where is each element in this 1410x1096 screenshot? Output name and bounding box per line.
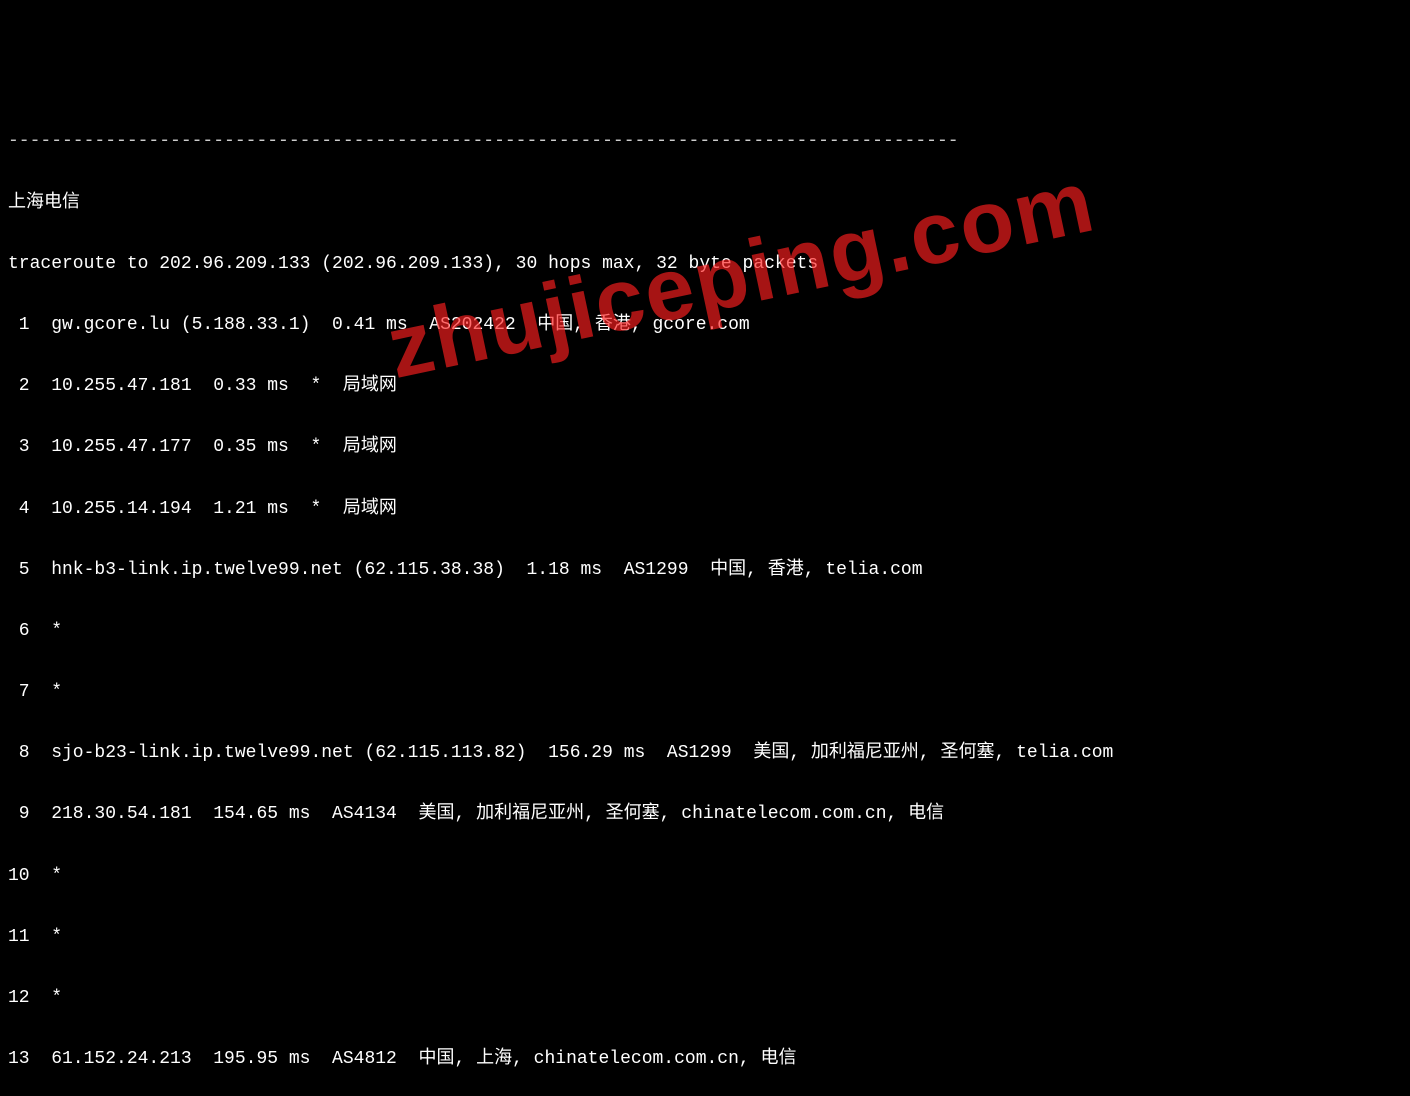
traceroute-hop: 4 10.255.14.194 1.21 ms * 局域网 xyxy=(8,494,1402,525)
traceroute-header: traceroute to 202.96.209.133 (202.96.209… xyxy=(8,249,1402,280)
traceroute-hop: 10 * xyxy=(8,861,1402,892)
traceroute-hop: 8 sjo-b23-link.ip.twelve99.net (62.115.1… xyxy=(8,738,1402,769)
traceroute-hop: 2 10.255.47.181 0.33 ms * 局域网 xyxy=(8,371,1402,402)
traceroute-hop: 3 10.255.47.177 0.35 ms * 局域网 xyxy=(8,432,1402,463)
traceroute-hop: 6 * xyxy=(8,616,1402,647)
traceroute-hop: 5 hnk-b3-link.ip.twelve99.net (62.115.38… xyxy=(8,555,1402,586)
traceroute-hop: 12 * xyxy=(8,983,1402,1014)
traceroute-title: 上海电信 xyxy=(8,188,1402,219)
divider-line: ----------------------------------------… xyxy=(8,126,1402,157)
traceroute-hop: 9 218.30.54.181 154.65 ms AS4134 美国, 加利福… xyxy=(8,799,1402,830)
traceroute-hop: 11 * xyxy=(8,922,1402,953)
traceroute-hop: 1 gw.gcore.lu (5.188.33.1) 0.41 ms AS202… xyxy=(8,310,1402,341)
traceroute-hop: 13 61.152.24.213 195.95 ms AS4812 中国, 上海… xyxy=(8,1044,1402,1075)
traceroute-hop: 7 * xyxy=(8,677,1402,708)
